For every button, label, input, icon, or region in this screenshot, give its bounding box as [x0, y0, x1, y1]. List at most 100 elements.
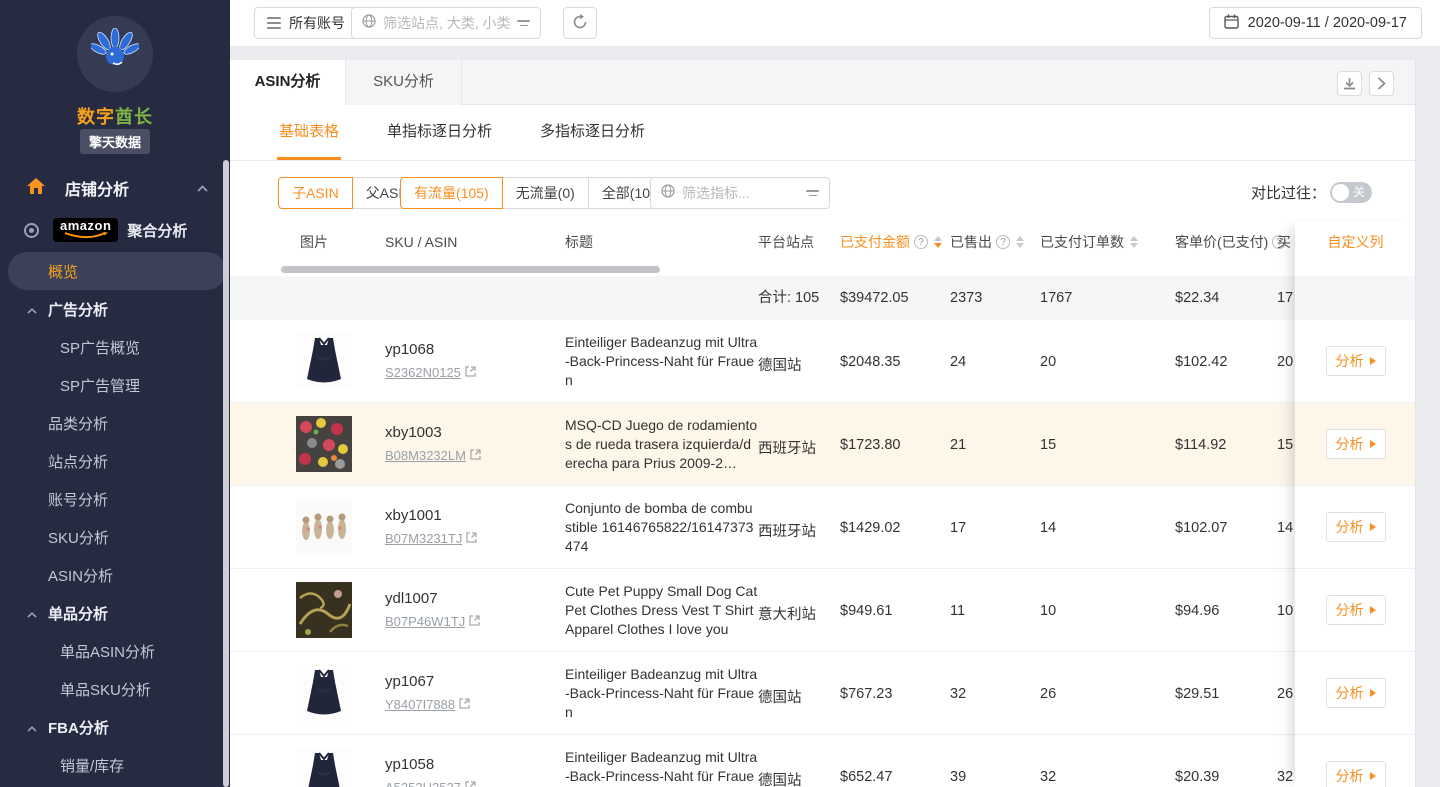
col-avg-order-value[interactable]: 客单价(已支付)? — [1175, 222, 1286, 262]
play-icon — [1370, 523, 1376, 531]
tab-asin-analysis[interactable]: ASIN分析 — [230, 60, 346, 105]
analyze-button[interactable]: 分析 — [1326, 761, 1386, 787]
analyze-button[interactable]: 分析 — [1326, 678, 1386, 708]
sidebar-item-shop-analysis[interactable]: 店铺分析 — [0, 168, 230, 208]
collapse-right-button[interactable] — [1369, 71, 1394, 96]
sidebar-item[interactable]: 单品SKU分析 — [0, 670, 230, 708]
buyer-cell-clipped: 32 — [1277, 769, 1293, 785]
sidebar-item[interactable]: ASIN分析 — [0, 556, 230, 594]
sidebar-item[interactable]: 单品ASIN分析 — [0, 632, 230, 670]
sold-cell: 17 — [950, 520, 966, 536]
sku-text: yp1067 — [385, 673, 470, 690]
paid-orders-cell: 32 — [1040, 769, 1056, 785]
horizontal-scrollbar[interactable] — [281, 266, 660, 273]
summary-sold: 2373 — [950, 276, 982, 320]
asin-link[interactable]: A5252U2527 — [385, 780, 461, 787]
brand-avatar — [77, 16, 153, 92]
subtab-multi-metric-daily[interactable]: 多指标逐日分析 — [538, 105, 647, 160]
asin-link[interactable]: Y8407I7888 — [385, 697, 455, 712]
analyze-button[interactable]: 分析 — [1326, 429, 1386, 459]
buyer-cell-clipped: 20 — [1277, 354, 1293, 370]
sidebar-item[interactable]: SKU分析 — [0, 518, 230, 556]
sku-text: yp1058 — [385, 756, 476, 773]
calendar-icon — [1224, 14, 1239, 33]
fixed-column-cell: 分析 — [1295, 652, 1416, 735]
sidebar-item[interactable]: 品类分析 — [0, 404, 230, 442]
summary-paid-amount: $39472.05 — [840, 276, 909, 320]
sidebar-item-aggregate-analysis[interactable]: amazon 聚合分析 — [0, 208, 230, 252]
date-range-picker[interactable]: 2020-09-11 / 2020-09-17 — [1209, 7, 1422, 39]
col-sold[interactable]: 已售出? — [950, 222, 1024, 262]
sidebar-item[interactable]: 广告分析 — [0, 290, 230, 328]
col-paid-orders[interactable]: 已支付订单数 — [1040, 222, 1138, 262]
sidebar-item[interactable]: SP广告管理 — [0, 366, 230, 404]
help-icon[interactable]: ? — [996, 235, 1010, 249]
buyer-cell-clipped: 26 — [1277, 686, 1293, 702]
filter-icon — [517, 20, 530, 26]
asin-link[interactable]: B08M3232LM — [385, 448, 466, 463]
sort-carets[interactable] — [1130, 236, 1138, 248]
sku-asin-cell: xby1001 B07M3231TJ — [385, 507, 477, 546]
col-paid-amount[interactable]: 已支付金额? — [840, 222, 942, 262]
with-traffic-button[interactable]: 有流量(105) — [400, 177, 503, 209]
sku-asin-cell: yp1068 S2362N0125 — [385, 341, 476, 380]
sidebar-scrollbar[interactable] — [223, 160, 229, 787]
table-row: xby1001 B07M3231TJ Conjunto de bomba de … — [230, 486, 1416, 569]
sort-carets[interactable] — [934, 236, 942, 248]
metric-filter-input[interactable]: 筛选指标... — [650, 177, 830, 209]
fixed-column-gap — [1295, 262, 1416, 276]
asin-link[interactable]: S2362N0125 — [385, 365, 461, 380]
help-icon[interactable]: ? — [914, 235, 928, 249]
sidebar-item[interactable]: FBA分析 — [0, 708, 230, 746]
asin-link[interactable]: B07P46W1TJ — [385, 614, 465, 629]
custom-columns-button[interactable]: 自定义列 — [1295, 222, 1416, 262]
sidebar-item[interactable]: SP广告概览 — [0, 328, 230, 366]
paid-orders-cell: 15 — [1040, 437, 1056, 453]
product-title: Einteiliger Badeanzug mit Ultra-Back-Pri… — [565, 748, 758, 787]
download-button[interactable] — [1337, 71, 1362, 96]
table-row: yp1058 A5252U2527 Einteiliger Badeanzug … — [230, 735, 1416, 787]
sidebar-item[interactable]: 概览 — [8, 252, 226, 290]
site-filter-input[interactable]: 筛选站点, 大类, 小类... — [351, 7, 541, 39]
analyze-button[interactable]: 分析 — [1326, 346, 1386, 376]
content-card: ASIN分析 SKU分析 基础表格 单指标逐日分析 多指标逐日分析 子ASIN … — [230, 60, 1416, 787]
table-body: yp1068 S2362N0125 Einteiliger Badeanzug … — [230, 320, 1416, 787]
sidebar-item[interactable]: 单品分析 — [0, 594, 230, 632]
sidebar-item[interactable]: 账号分析 — [0, 480, 230, 518]
asin-link[interactable]: B07M3231TJ — [385, 531, 462, 546]
product-title: Einteiliger Badeanzug mit Ultra-Back-Pri… — [565, 333, 758, 390]
fixed-column-cell: 分析 — [1295, 486, 1416, 569]
subtab-single-metric-daily[interactable]: 单指标逐日分析 — [385, 105, 494, 160]
toggle-state-label: 关 — [1353, 185, 1365, 200]
col-sku-asin: SKU / ASIN — [385, 222, 457, 262]
tab-sku-analysis[interactable]: SKU分析 — [346, 60, 462, 105]
table-row: yp1068 S2362N0125 Einteiliger Badeanzug … — [230, 320, 1416, 403]
sidebar-item[interactable]: 站点分析 — [0, 442, 230, 480]
sort-carets[interactable] — [1016, 236, 1024, 248]
fixed-column-cell: 分析 — [1295, 320, 1416, 403]
col-title: 标题 — [565, 222, 593, 262]
compare-toggle[interactable]: 关 — [1330, 182, 1372, 203]
child-asin-button[interactable]: 子ASIN — [278, 177, 353, 209]
paid-orders-cell: 20 — [1040, 354, 1056, 370]
sold-cell: 39 — [950, 769, 966, 785]
refresh-button[interactable] — [563, 7, 597, 39]
all-accounts-button[interactable]: 所有账号 — [254, 7, 358, 39]
fixed-right-column: 自定义列 分析 分析 分析 分析 分析 分析 — [1295, 222, 1416, 787]
chevron-up-icon — [27, 301, 37, 318]
paid-amount-cell: $949.61 — [840, 603, 892, 619]
site-filter-placeholder: 筛选站点, 大类, 小类... — [383, 13, 510, 33]
play-icon — [1370, 689, 1376, 697]
analyze-button[interactable]: 分析 — [1326, 595, 1386, 625]
summary-paid-orders: 1767 — [1040, 276, 1072, 320]
sidebar-item-label: 店铺分析 — [65, 176, 129, 200]
summary-total-label: 合计: 105 — [758, 276, 819, 320]
subtab-basic-table[interactable]: 基础表格 — [277, 105, 341, 160]
site-cell: 德国站 — [758, 686, 802, 707]
analyze-button[interactable]: 分析 — [1326, 512, 1386, 542]
paid-amount-cell: $767.23 — [840, 686, 892, 702]
site-cell: 德国站 — [758, 354, 802, 375]
sidebar-item[interactable]: 销量/库存 — [0, 746, 230, 784]
no-traffic-button[interactable]: 无流量(0) — [502, 177, 589, 209]
sidebar-nav: 店铺分析 amazon 聚合分析 概览广告分析SP广告概览SP广告管理品类分析站… — [0, 168, 230, 784]
